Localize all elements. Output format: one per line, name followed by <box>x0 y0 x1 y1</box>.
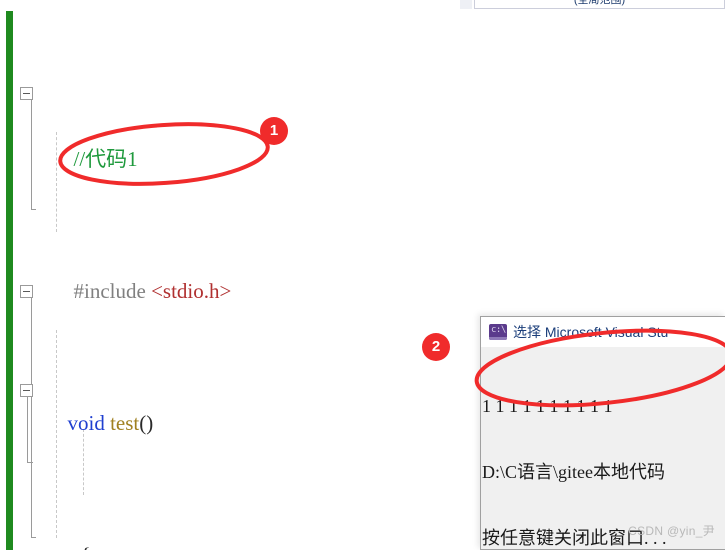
nav-bar-scope-dropdown[interactable]: (全局范围) <box>474 0 725 9</box>
console-window[interactable]: c:\ 选择 Microsoft Visual Stu 1 1 1 1 1 1 … <box>480 316 725 550</box>
cmd-prompt-icon-glyph: c:\ <box>491 325 506 335</box>
csdn-watermark: CSDN @yin_尹 <box>628 524 715 538</box>
console-output-line: D:\C语言\gitee本地代码 <box>482 462 665 482</box>
console-output-line: 1 1 1 1 1 1 1 1 1 1 <box>482 396 613 416</box>
code-line[interactable]: //代码1 <box>0 110 725 171</box>
code-line[interactable]: #include <stdio.h> <box>0 242 725 303</box>
cmd-prompt-icon-bar <box>489 337 507 340</box>
nav-bar-gap <box>460 0 472 9</box>
vs-nav-bar-strip: (全局范围) <box>0 0 725 9</box>
console-title-bar[interactable]: c:\ 选择 Microsoft Visual Stu <box>481 317 725 347</box>
token-comment: //代码1 <box>73 147 138 171</box>
cmd-prompt-icon: c:\ <box>489 324 507 340</box>
token-function-name-test: test <box>110 411 140 435</box>
token-brace-open: { <box>81 539 91 550</box>
console-title-text: 选择 Microsoft Visual Stu <box>513 324 669 340</box>
token-include-header: <stdio.h> <box>151 279 232 303</box>
token-parens: () <box>139 411 154 435</box>
console-output: 1 1 1 1 1 1 1 1 1 1 D:\C语言\gitee本地代码 按任意… <box>481 347 725 549</box>
token-void-keyword: void <box>67 411 105 435</box>
token-include-keyword: #include <box>73 279 146 303</box>
